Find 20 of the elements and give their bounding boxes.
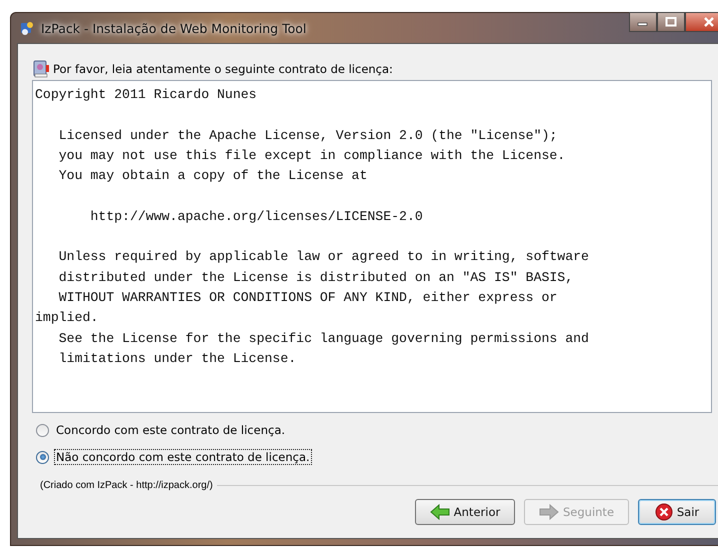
radio-option[interactable]: Concordo com este contrato de licença.: [36, 421, 718, 439]
quit-button[interactable]: Sair: [638, 499, 716, 525]
instruction-text: Por favor, leia atentamente o seguinte contrato de licença:: [53, 62, 393, 76]
maximize-button[interactable]: [657, 12, 685, 32]
license-text-area[interactable]: [32, 80, 712, 413]
credit-text: (Criado com IzPack - http://izpack.org/): [40, 480, 213, 491]
app-icon: [19, 20, 35, 36]
right-arrow-icon: [538, 504, 559, 520]
radio-button[interactable]: [36, 450, 49, 464]
close-icon: [703, 17, 715, 27]
maximize-icon: [665, 17, 677, 27]
minimize-button[interactable]: [629, 12, 657, 32]
license-text: Copyright 2011 Ricardo Nunes Licensed under the Apache License, Version 2.0 (the "License"); you may not use this file except in compliance with the License. You may obtain a copy of the License at http://www.apache.org/licenses/LICENSE-2.0 Unless required by applicable law or agreed to in writing, software distributed under the License is distributed on an "AS IS" BASIS, WITHOUT WARRANTIES OR CONDITIONS OF ANY KIND, either express or implied. See the License for the specific language governing permissions and limitations under the License.: [35, 86, 590, 368]
left-arrow-icon: [430, 504, 450, 520]
back-button[interactable]: Anterior: [415, 499, 515, 525]
stop-icon: [654, 503, 673, 521]
window-title: IzPack - Instalação de Web Monitoring Tool: [41, 20, 306, 36]
radio-button[interactable]: [36, 424, 49, 436]
book-icon: [32, 60, 50, 78]
radio-option[interactable]: Não concordo com este contrato de licença.: [36, 448, 718, 466]
